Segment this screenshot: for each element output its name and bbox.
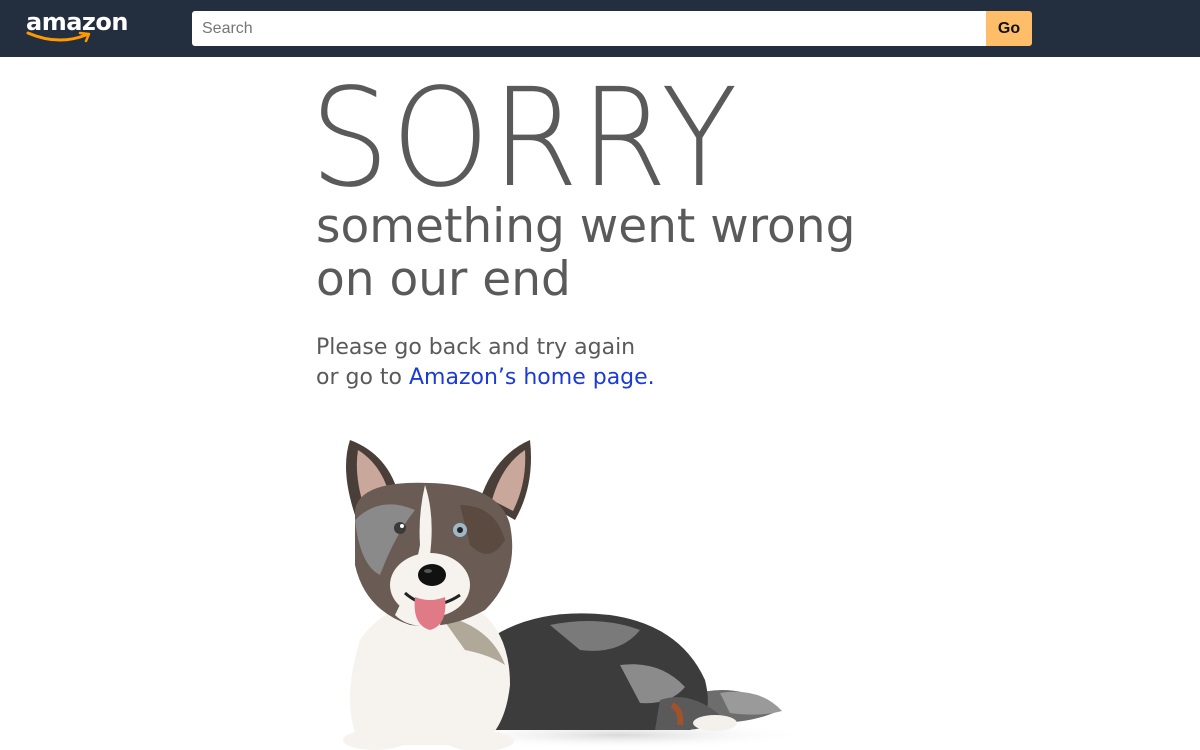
- amazon-logo[interactable]: amazon: [26, 8, 128, 46]
- smile-arrow-icon: [26, 31, 91, 43]
- subtitle-line-1: something went wrong: [316, 199, 856, 254]
- corgi-dog-image: [343, 440, 800, 750]
- error-message: Please go back and try again or go to Am…: [316, 333, 736, 393]
- go-button[interactable]: Go: [986, 11, 1032, 46]
- message-line-2-prefix: or go to: [316, 365, 409, 390]
- search-form: Go: [192, 11, 1032, 46]
- top-navigation-bar: amazon Go: [0, 0, 1200, 57]
- message-line-1: Please go back and try again: [316, 335, 636, 360]
- sorry-headline: SORRY: [310, 60, 740, 218]
- message-line-2: or go to Amazon’s home page.: [316, 363, 736, 393]
- subtitle-line-2: on our end: [316, 252, 571, 307]
- home-page-link[interactable]: Amazon’s home page.: [409, 365, 655, 390]
- error-subtitle: something went wrong on our end: [316, 200, 896, 306]
- search-input[interactable]: [192, 11, 986, 46]
